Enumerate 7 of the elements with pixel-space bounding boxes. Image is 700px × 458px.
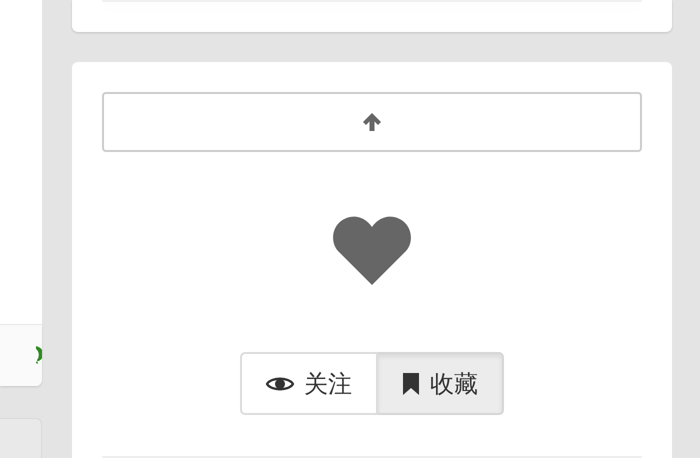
bookmark-button[interactable]: 收藏 bbox=[378, 352, 504, 415]
like-button[interactable] bbox=[332, 215, 412, 285]
eye-icon bbox=[266, 374, 294, 392]
bookmark-icon bbox=[402, 372, 420, 396]
heart-icon bbox=[332, 215, 412, 285]
follow-button[interactable]: 关注 bbox=[240, 352, 378, 415]
arrow-up-icon bbox=[362, 112, 382, 132]
